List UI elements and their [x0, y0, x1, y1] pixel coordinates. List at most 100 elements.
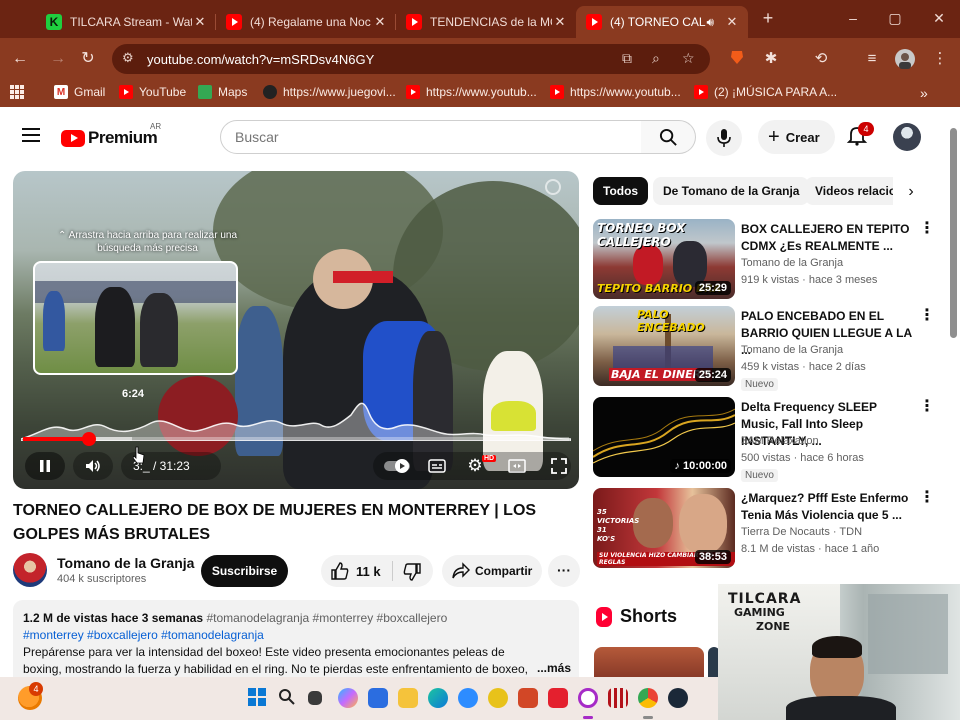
maximize-button[interactable]: ▢ [880, 8, 910, 28]
windows-start-icon[interactable] [248, 688, 268, 708]
search-input[interactable] [235, 129, 615, 145]
omnibox[interactable]: ⚙︎ youtube.com/watch?v=mSRDsv4N6GY ⧉ ⌕ ☆ [112, 44, 710, 74]
close-tab-icon[interactable]: ✕ [552, 14, 568, 30]
like-button[interactable]: 11 k [321, 555, 392, 587]
chrome-icon[interactable] [638, 688, 658, 708]
recommended-video[interactable]: 35 VICTORIAS 31 KO'S SU VIOLENCIA HIZO C… [593, 488, 943, 570]
speaker-icon[interactable]: 🔊︎ [706, 15, 714, 30]
recommended-video[interactable]: ♪ 10:00:00 Delta Frequency SLEEP Music, … [593, 397, 943, 482]
scrollbar-thumb[interactable] [950, 128, 957, 338]
apps-grid-icon[interactable] [10, 85, 24, 99]
fullscreen-icon[interactable] [547, 452, 571, 480]
more-bookmarks-icon[interactable]: » [920, 85, 928, 101]
brave-extension-icon[interactable] [727, 49, 747, 69]
copilot-icon[interactable] [338, 688, 358, 708]
install-app-icon[interactable]: ⧉ [622, 50, 632, 67]
page-scrollbar[interactable] [948, 120, 958, 580]
recommended-title[interactable]: ¿Marquez? Pfff Este Enfermo Tenia Más Vi… [741, 490, 916, 524]
recommended-channel[interactable]: 3AM Relaxation [741, 435, 819, 447]
recommended-video[interactable]: TORNEO BOX CALLEJERO TEPITO BARRIO BRA 2… [593, 219, 943, 301]
create-button[interactable]: + Crear [758, 120, 835, 154]
bookmark-musica[interactable]: (2) ¡MÚSICA PARA A... [694, 85, 837, 99]
new-tab-button[interactable]: + [758, 8, 778, 28]
obs-icon[interactable] [578, 688, 598, 708]
youtube-premium-logo[interactable]: Premium AR [61, 122, 161, 148]
tab-torneo-callejero[interactable]: (4) TORNEO CALLE 🔊︎ ✕ [576, 6, 748, 38]
steam-icon[interactable] [668, 688, 688, 708]
bookmark-maps[interactable]: Maps [198, 85, 247, 99]
hashtags-header[interactable]: #tomanodelagranja #monterrey #boxcalleje… [206, 611, 447, 625]
channel-name[interactable]: Tomano de la Granja [57, 555, 194, 571]
bookmark-youtube[interactable]: YouTube [119, 85, 186, 99]
channel-avatar[interactable] [13, 553, 47, 587]
chip-related[interactable]: Videos relacio [805, 177, 893, 205]
edge-icon[interactable] [428, 688, 448, 708]
bookmark-star-icon[interactable]: ☆ [682, 50, 695, 67]
site-info-icon[interactable]: ⚙︎ [122, 50, 134, 66]
recommended-channel[interactable]: Tierra De Nocauts · TDN [741, 526, 862, 538]
bookmark-youtube-link-1[interactable]: https://www.youtub... [406, 85, 537, 99]
bookmark-juegovi[interactable]: https://www.juegovi... [263, 85, 396, 99]
progress-scrubber-handle[interactable] [81, 432, 96, 446]
back-icon[interactable]: ← [10, 49, 30, 69]
volume-button[interactable] [73, 452, 113, 480]
autoplay-toggle[interactable] [383, 452, 411, 480]
close-window-button[interactable]: ✕ [924, 8, 954, 28]
recommended-channel[interactable]: Tomano de la Granja [741, 344, 843, 356]
zoom-icon[interactable] [458, 688, 478, 708]
chip-from-channel[interactable]: De Tomano de la Granja [653, 177, 810, 205]
extensions-icon[interactable]: ✱ [761, 49, 781, 69]
video-thumbnail[interactable]: 35 VICTORIAS 31 KO'S SU VIOLENCIA HIZO C… [593, 488, 735, 568]
bookmark-gmail[interactable]: M Gmail [54, 85, 105, 99]
media-control-icon[interactable]: ≡ [862, 49, 882, 69]
search-button[interactable] [641, 120, 696, 154]
subscribe-button[interactable]: Suscribirse [201, 555, 288, 587]
video-thumbnail[interactable]: ♪ 10:00:00 [593, 397, 735, 477]
more-vert-icon[interactable]: ⋮ [919, 308, 935, 324]
menu-hamburger-icon[interactable] [22, 128, 40, 142]
more-actions-button[interactable]: ··· [548, 555, 580, 587]
game-icon[interactable] [488, 688, 508, 708]
tab-tilcara-stream[interactable]: K TILCARA Stream - Watc ✕ [36, 6, 216, 38]
close-tab-icon[interactable]: ✕ [724, 14, 740, 30]
search-icon[interactable] [278, 688, 298, 708]
recommended-title[interactable]: BOX CALLEJERO EN TEPITO CDMX ¿Es REALMEN… [741, 221, 916, 255]
tab-regalame[interactable]: (4) Regalame una Noc ✕ [216, 6, 396, 38]
office-icon[interactable] [518, 688, 538, 708]
tab-tendencias[interactable]: TENDENCIAS de la MO ✕ [396, 6, 576, 38]
zoom-icon[interactable]: ⌕ [652, 50, 660, 67]
video-player[interactable]: ⌃ Arrastra hacia arriba para realizar un… [13, 171, 579, 489]
hashtags-line[interactable]: #monterrey #boxcallejero #tomanodelagran… [23, 627, 569, 644]
more-vert-icon[interactable]: ⋮ [919, 221, 935, 237]
dislike-button[interactable] [393, 555, 433, 587]
chip-all[interactable]: Todos [593, 177, 649, 205]
recommended-channel[interactable]: Tomano de la Granja [741, 257, 843, 269]
minimize-button[interactable]: – [838, 8, 868, 28]
gift-icon[interactable] [548, 688, 568, 708]
subtitles-icon[interactable] [425, 452, 449, 480]
recommended-video[interactable]: PALO ENCEBADO BAJA EL DINERO 25:24 PALO … [593, 306, 943, 391]
history-icon[interactable]: ⟲ [811, 49, 831, 69]
task-view-icon[interactable] [308, 691, 322, 705]
voice-search-button[interactable] [706, 120, 742, 156]
close-tab-icon[interactable]: ✕ [372, 14, 388, 30]
browser-menu-icon[interactable]: ⋮ [930, 49, 950, 69]
bookmark-youtube-link-2[interactable]: https://www.youtub... [550, 85, 681, 99]
store-icon[interactable] [368, 688, 388, 708]
theater-mode-icon[interactable] [505, 452, 529, 480]
url-text[interactable]: youtube.com/watch?v=mSRDsv4N6GY [147, 52, 374, 67]
forward-icon[interactable]: → [48, 49, 68, 69]
bars-icon[interactable] [608, 688, 628, 708]
show-more-link[interactable]: ...más [533, 660, 572, 677]
file-explorer-icon[interactable] [398, 688, 418, 708]
video-thumbnail[interactable]: TORNEO BOX CALLEJERO TEPITO BARRIO BRA 2… [593, 219, 735, 299]
share-button[interactable]: Compartir [442, 555, 542, 587]
chevron-right-icon[interactable]: › [900, 181, 922, 203]
more-vert-icon[interactable]: ⋮ [919, 490, 935, 506]
reload-icon[interactable]: ↻ [78, 49, 98, 69]
pause-button[interactable] [25, 452, 65, 480]
more-vert-icon[interactable]: ⋮ [919, 399, 935, 415]
progress-bar[interactable] [23, 432, 569, 446]
profile-avatar-icon[interactable] [895, 49, 915, 69]
account-avatar[interactable] [893, 123, 921, 151]
